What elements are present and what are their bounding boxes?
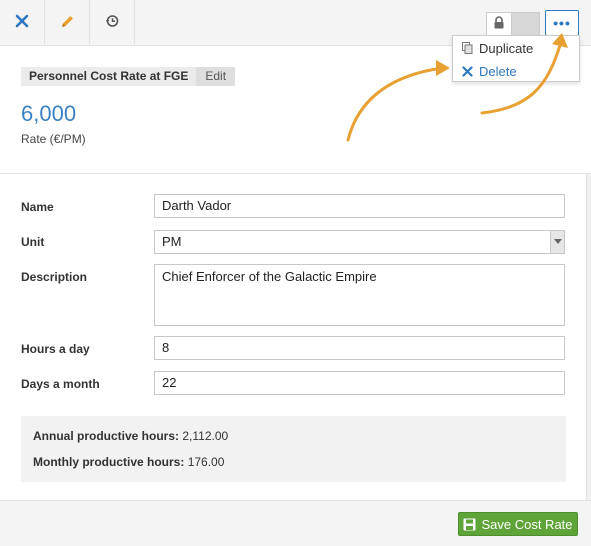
monthly-hours-value: 176.00 [187,455,225,469]
annual-hours-value: 2,112.00 [182,429,229,443]
days-field[interactable]: 22 [154,371,565,395]
hours-field[interactable]: 8 [154,336,565,360]
name-label: Name [21,200,54,214]
scrollbar[interactable] [586,174,591,500]
save-cost-rate-button[interactable]: Save Cost Rate [458,512,578,536]
menu-item-delete[interactable]: Delete [453,60,579,82]
menu-item-duplicate-label: Duplicate [479,40,534,56]
arrow-to-delete [346,66,445,142]
close-icon [460,65,474,77]
unit-label: Unit [21,235,45,249]
monthly-hours: Monthly productive hours: 176.00 [33,455,224,469]
menu-item-duplicate[interactable]: Duplicate [453,37,579,59]
rate-value: 6,000 [21,101,77,126]
rate-label: Rate (€/PM) [21,132,86,146]
more-button[interactable]: ••• [545,10,579,36]
save-cost-rate-label: Save Cost Rate [481,516,573,532]
pencil-icon [60,14,75,32]
close-button[interactable] [0,0,45,45]
lock-toggle[interactable] [486,12,512,36]
description-field[interactable]: Chief Enforcer of the Galactic Empire [154,264,565,326]
hours-label: Hours a day [21,342,90,356]
monthly-hours-label: Monthly productive hours: [33,455,185,469]
more-menu: Duplicate Delete [452,35,580,82]
lock-toggle-track[interactable] [512,12,540,36]
days-label: Days a month [21,377,100,391]
unit-select-value: PM [162,234,182,249]
name-field[interactable]: Darth Vador [154,194,565,218]
history-button[interactable] [90,0,135,45]
more-icon: ••• [553,15,571,31]
description-label: Description [21,270,88,284]
page-title-text: Personnel Cost Rate at FGE [21,67,197,86]
menu-item-delete-label: Delete [479,63,517,79]
unit-select[interactable]: PM [154,230,565,254]
chevron-down-icon[interactable] [550,231,564,253]
lock-icon [493,16,505,32]
page-title: Personnel Cost Rate at FGE Edit [21,67,236,86]
title-edit-button[interactable]: Edit [196,67,236,86]
history-icon [105,14,119,31]
save-icon [463,518,476,531]
summary-box: Annual productive hours: 2,112.00 Monthl… [21,416,566,482]
annual-hours-label: Annual productive hours: [33,429,180,443]
annual-hours: Annual productive hours: 2,112.00 [33,429,228,443]
edit-button[interactable] [45,0,90,45]
divider [0,173,591,174]
close-icon [15,14,29,31]
duplicate-icon [460,42,474,54]
arrow-to-delete-head [436,60,450,76]
